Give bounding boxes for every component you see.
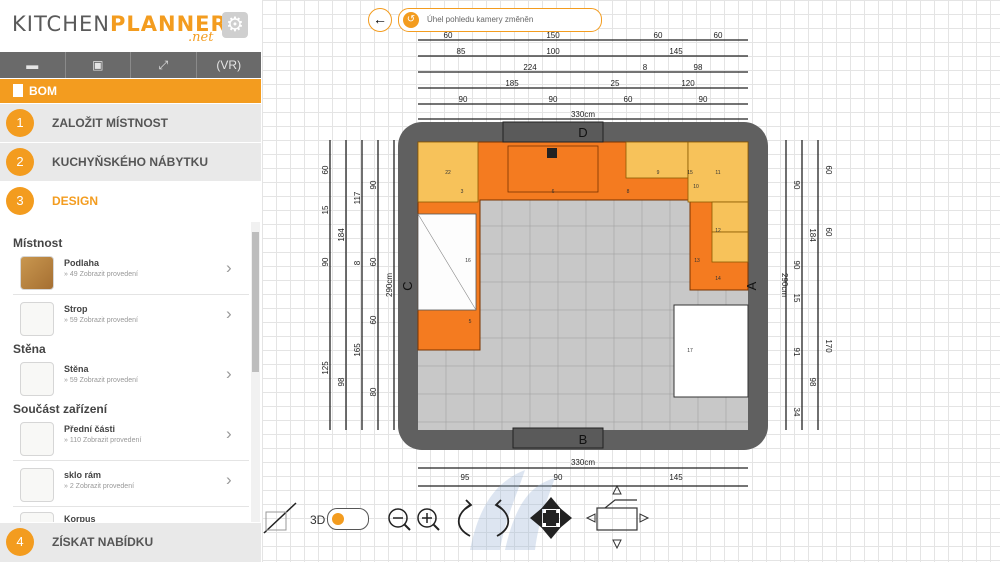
section-equipment: Součást zařízení bbox=[13, 402, 108, 416]
body-thumbnail bbox=[20, 512, 54, 522]
glass-frame-thumbnail bbox=[20, 468, 54, 502]
scrollbar-thumb[interactable] bbox=[252, 232, 259, 372]
3d-toggle-label: 3D bbox=[310, 513, 326, 527]
list-item[interactable]: Přední části » 110 Zobrazit provedení › bbox=[13, 422, 249, 466]
sidebar: KITCHENPLANNER .net ⚙ ▬ ▣ ⤢ (VR) BOM 1 Z… bbox=[0, 0, 263, 562]
step-number: 4 bbox=[6, 528, 34, 556]
chevron-right-icon: › bbox=[226, 424, 232, 443]
status-message: ↺ Úhel pohledu kamery změněn bbox=[398, 8, 602, 32]
plan-canvas[interactable] bbox=[262, 0, 1000, 562]
folder-icon[interactable]: ▬ bbox=[0, 52, 66, 78]
chevron-right-icon: › bbox=[226, 258, 232, 277]
list-item[interactable]: Strop » 59 Zobrazit provedení › bbox=[13, 302, 249, 346]
step-design[interactable]: 3 DESIGN bbox=[0, 182, 261, 221]
save-icon[interactable]: ▣ bbox=[66, 52, 131, 78]
step-label: DESIGN bbox=[52, 194, 99, 208]
scrollbar[interactable] bbox=[251, 222, 260, 522]
document-icon bbox=[13, 84, 23, 97]
list-item[interactable]: sklo rám » 2 Zobrazit provedení › bbox=[13, 468, 249, 512]
fullscreen-icon[interactable]: ⤢ bbox=[131, 52, 197, 78]
fronts-thumbnail bbox=[20, 422, 54, 456]
wall-thumbnail bbox=[20, 362, 54, 396]
design-list: Místnost Podlaha » 49 Zobrazit provedení… bbox=[0, 222, 262, 522]
3d-toggle[interactable] bbox=[327, 508, 369, 530]
back-arrow-icon[interactable]: ← bbox=[368, 8, 392, 32]
chevron-right-icon: › bbox=[226, 304, 232, 323]
step-label: ZÍSKAT NABÍDKU bbox=[52, 535, 154, 549]
floor-thumbnail bbox=[20, 256, 54, 290]
ceiling-thumbnail bbox=[20, 302, 54, 336]
step-label: KUCHYŇSKÉHO NÁBYTKU bbox=[52, 155, 209, 169]
step-create-room[interactable]: 1 ZALOŽIT MÍSTNOST bbox=[0, 104, 261, 143]
gear-icon[interactable]: ⚙ bbox=[222, 12, 248, 38]
chevron-right-icon: › bbox=[226, 470, 232, 489]
step-get-quote[interactable]: 4 ZÍSKAT NABÍDKU bbox=[0, 523, 261, 562]
step-label: ZALOŽIT MÍSTNOST bbox=[52, 116, 168, 130]
toggle-knob bbox=[332, 513, 344, 525]
step-number: 3 bbox=[6, 187, 34, 215]
toolbar: ▬ ▣ ⤢ (VR) bbox=[0, 52, 261, 78]
section-room: Místnost bbox=[13, 236, 63, 250]
list-item[interactable]: Stěna » 59 Zobrazit provedení › bbox=[13, 362, 249, 406]
history-icon: ↺ bbox=[403, 12, 419, 28]
chevron-right-icon: › bbox=[226, 364, 232, 383]
section-wall: Stěna bbox=[13, 342, 46, 356]
step-furniture[interactable]: 2 KUCHYŇSKÉHO NÁBYTKU bbox=[0, 143, 261, 182]
vr-icon[interactable]: (VR) bbox=[197, 52, 262, 78]
step-number: 2 bbox=[6, 148, 34, 176]
logo-sub: .net bbox=[188, 30, 214, 45]
list-item[interactable]: Podlaha » 49 Zobrazit provedení › bbox=[13, 256, 249, 300]
list-item[interactable]: Korpus bbox=[13, 512, 249, 522]
step-number: 1 bbox=[6, 109, 34, 137]
bom-button[interactable]: BOM bbox=[0, 79, 261, 103]
